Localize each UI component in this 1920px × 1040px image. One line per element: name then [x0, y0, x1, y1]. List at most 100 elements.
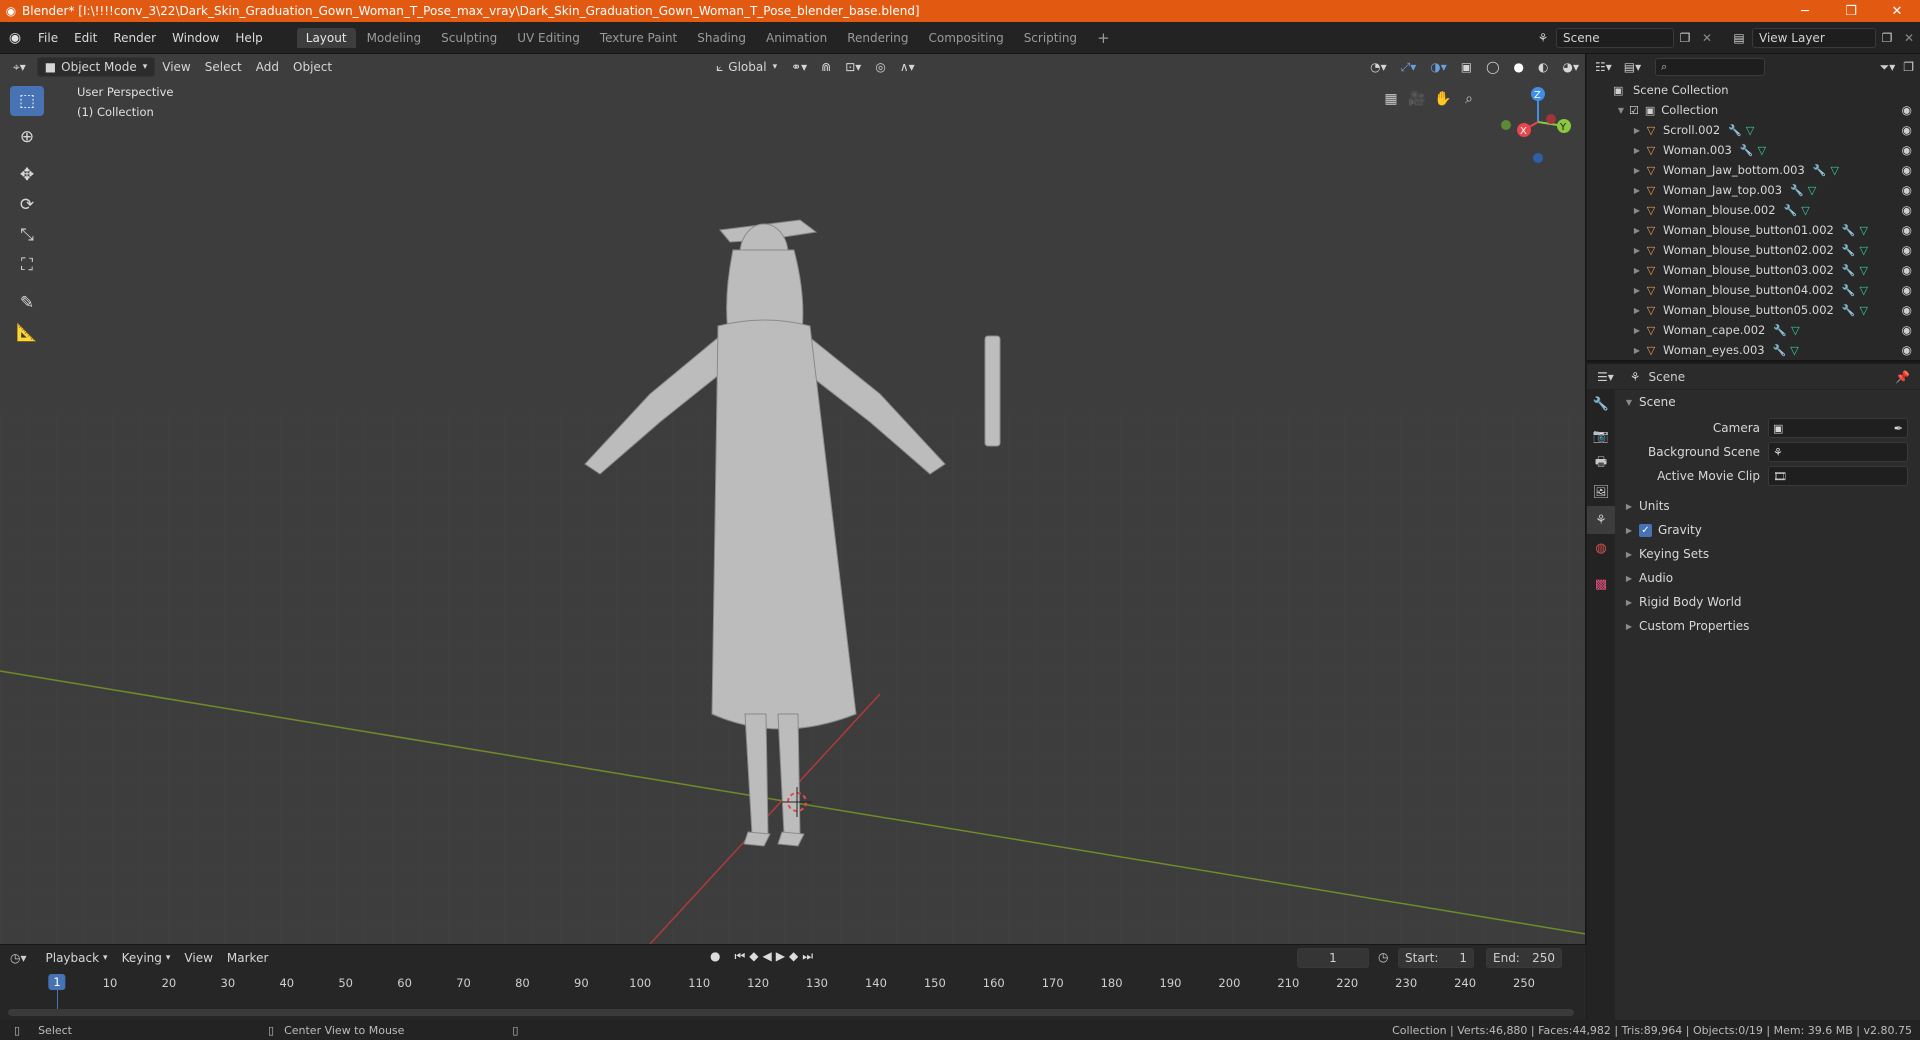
eye-icon[interactable]: ◉	[1902, 243, 1912, 257]
expand-icon[interactable]: ▶	[1631, 306, 1643, 315]
new-view-layer-icon[interactable]: ❐	[1876, 31, 1898, 45]
outliner-item[interactable]: ▶ ▽ Woman_Jaw_bottom.003 🔧 ▽ ◉	[1587, 160, 1920, 180]
shading-wireframe-icon[interactable]: ◯	[1479, 57, 1506, 77]
tab-scripting[interactable]: Scripting	[1015, 28, 1086, 48]
expand-icon[interactable]: ▶	[1631, 166, 1643, 175]
zoom-icon[interactable]: ⌕	[1456, 87, 1482, 111]
scene-tab-icon[interactable]: ⚘	[1587, 506, 1615, 534]
mesh-data-icon[interactable]: ▽	[1860, 304, 1868, 317]
viewport-menu-select[interactable]: Select	[198, 57, 249, 77]
tool-tab-icon[interactable]: 🔧	[1587, 390, 1615, 418]
3d-viewport[interactable]: Z Y X ⌖▾ ■ Object Mode ▾ View Select Add…	[0, 54, 1586, 944]
timeline-scrollbar[interactable]	[8, 1009, 1574, 1016]
tab-layout[interactable]: Layout	[296, 27, 356, 48]
outliner-item[interactable]: ▶ ▽ Woman_blouse_button05.002 🔧 ▽ ◉	[1587, 300, 1920, 320]
gravity-checkbox[interactable]: ✓	[1639, 523, 1652, 537]
play-reverse-icon[interactable]: ◀	[763, 949, 772, 964]
menu-window[interactable]: Window	[164, 31, 227, 45]
modifier-icon[interactable]: 🔧	[1813, 164, 1827, 177]
modifier-icon[interactable]: 🔧	[1842, 264, 1856, 277]
tab-sculpting[interactable]: Sculpting	[432, 28, 506, 48]
panel-gravity[interactable]: ▶ ✓ Gravity	[1617, 518, 1917, 542]
snap-target-icon[interactable]: ⊡▾	[838, 57, 868, 77]
shading-material-icon[interactable]: ◐	[1531, 57, 1555, 77]
pan-hand-icon[interactable]: ✋	[1430, 87, 1456, 111]
expand-icon[interactable]: ▶	[1631, 206, 1643, 215]
expand-icon[interactable]: ▶	[1631, 226, 1643, 235]
outliner-item[interactable]: ▶ ▽ Scroll.002 🔧 ▽ ◉	[1587, 120, 1920, 140]
view-layer-tab-icon[interactable]: 🖼	[1587, 478, 1615, 506]
mesh-data-icon[interactable]: ▽	[1860, 224, 1868, 237]
modifier-icon[interactable]: 🔧	[1842, 224, 1856, 237]
modifier-icon[interactable]: 🔧	[1842, 284, 1856, 297]
tab-modeling[interactable]: Modeling	[358, 28, 431, 48]
tab-texture-paint[interactable]: Texture Paint	[591, 28, 686, 48]
panel-custom-properties[interactable]: ▶ Custom Properties	[1617, 614, 1917, 638]
menu-file[interactable]: File	[30, 31, 66, 45]
properties-editor-type-icon[interactable]: ☰▾	[1597, 370, 1614, 384]
scene-panel-header[interactable]: ▼ Scene	[1617, 390, 1917, 414]
texture-tab-icon[interactable]: ▩	[1587, 570, 1615, 598]
timeline-menu-marker[interactable]: Marker	[220, 948, 275, 968]
overlays-icon[interactable]: ◑▾	[1423, 57, 1454, 77]
mesh-data-icon[interactable]: ▽	[1808, 184, 1816, 197]
render-tab-icon[interactable]: 📷	[1587, 422, 1615, 450]
expand-icon[interactable]: ▶	[1631, 246, 1643, 255]
outliner-root[interactable]: ▣ Scene Collection	[1587, 80, 1920, 100]
measure-tool[interactable]: 📐	[10, 318, 44, 348]
expand-icon[interactable]: ▶	[1631, 346, 1643, 355]
shading-solid-icon[interactable]: ●	[1507, 57, 1531, 77]
xray-icon[interactable]: ▣	[1454, 57, 1479, 77]
record-icon[interactable]: ●	[710, 949, 720, 964]
end-frame-field[interactable]: End: 250	[1486, 948, 1562, 968]
eyedropper-icon[interactable]: ✒	[1894, 422, 1903, 435]
eye-icon[interactable]: ◉	[1902, 223, 1912, 237]
scale-tool[interactable]: ⤡	[10, 220, 44, 250]
remove-scene-icon[interactable]: ✕	[1696, 31, 1718, 45]
falloff-icon[interactable]: ∧▾	[893, 57, 922, 77]
mesh-data-icon[interactable]: ▽	[1758, 144, 1766, 157]
start-frame-field[interactable]: Start: 1	[1398, 948, 1474, 968]
current-frame-field[interactable]: 1	[1297, 948, 1369, 968]
visibility-icon[interactable]: ◔▾	[1363, 57, 1394, 77]
panel-rigid-body-world[interactable]: ▶ Rigid Body World	[1617, 590, 1917, 614]
maximize-button[interactable]: ❐	[1828, 4, 1874, 19]
outliner-item[interactable]: ▶ ▽ Woman_blouse_button02.002 🔧 ▽ ◉	[1587, 240, 1920, 260]
proportional-edit-icon[interactable]: ◎	[868, 57, 892, 77]
filter-icon[interactable]: ⏷▾	[1880, 60, 1896, 75]
menu-render[interactable]: Render	[105, 31, 164, 45]
menu-edit[interactable]: Edit	[66, 31, 105, 45]
outliner-search-input[interactable]: ⌕	[1655, 58, 1766, 76]
outliner-item[interactable]: ▶ ▽ Woman.003 🔧 ▽ ◉	[1587, 140, 1920, 160]
jump-start-icon[interactable]: ⏮	[734, 949, 745, 964]
outliner-item[interactable]: ▶ ▽ Woman_blouse_button01.002 🔧 ▽ ◉	[1587, 220, 1920, 240]
active-movie-clip-field[interactable]: 🎞	[1768, 466, 1908, 486]
eye-icon[interactable]: ◉	[1902, 123, 1912, 137]
camera-view-icon[interactable]: 🎥	[1404, 87, 1430, 111]
outliner-item[interactable]: ▶ ▽ Woman_blouse_button04.002 🔧 ▽ ◉	[1587, 280, 1920, 300]
pin-icon[interactable]: 📌	[1895, 370, 1910, 384]
jump-keyframe-back-icon[interactable]: ◆	[749, 949, 758, 964]
expand-icon[interactable]: ▶	[1631, 266, 1643, 275]
tab-rendering[interactable]: Rendering	[838, 28, 917, 48]
tab-animation[interactable]: Animation	[757, 28, 836, 48]
blender-menu-icon[interactable]: ◉	[0, 30, 30, 46]
output-tab-icon[interactable]: 🖶	[1587, 450, 1615, 478]
minimize-button[interactable]: ─	[1782, 4, 1828, 19]
eye-icon[interactable]: ◉	[1902, 263, 1912, 277]
timeline-editor-type-icon[interactable]: ◷▾	[10, 951, 27, 965]
add-workspace-button[interactable]: +	[1088, 26, 1119, 50]
camera-field[interactable]: ▣ ✒	[1768, 418, 1908, 438]
move-tool[interactable]: ✥	[10, 160, 44, 190]
outliner-item[interactable]: ▶ ▽ Woman_Jaw_top.003 🔧 ▽ ◉	[1587, 180, 1920, 200]
mesh-data-icon[interactable]: ▽	[1801, 204, 1809, 217]
editor-type-icon[interactable]: ⌖▾	[6, 57, 33, 77]
background-scene-field[interactable]: ⚘	[1768, 442, 1908, 462]
viewport-menu-view[interactable]: View	[155, 57, 197, 77]
cursor-tool[interactable]: ⊕	[10, 122, 44, 152]
mesh-data-icon[interactable]: ▽	[1860, 244, 1868, 257]
panel-audio[interactable]: ▶ Audio	[1617, 566, 1917, 590]
eye-icon[interactable]: ◉	[1902, 203, 1912, 217]
eye-icon[interactable]: ◉	[1902, 323, 1912, 337]
modifier-icon[interactable]: 🔧	[1773, 324, 1787, 337]
